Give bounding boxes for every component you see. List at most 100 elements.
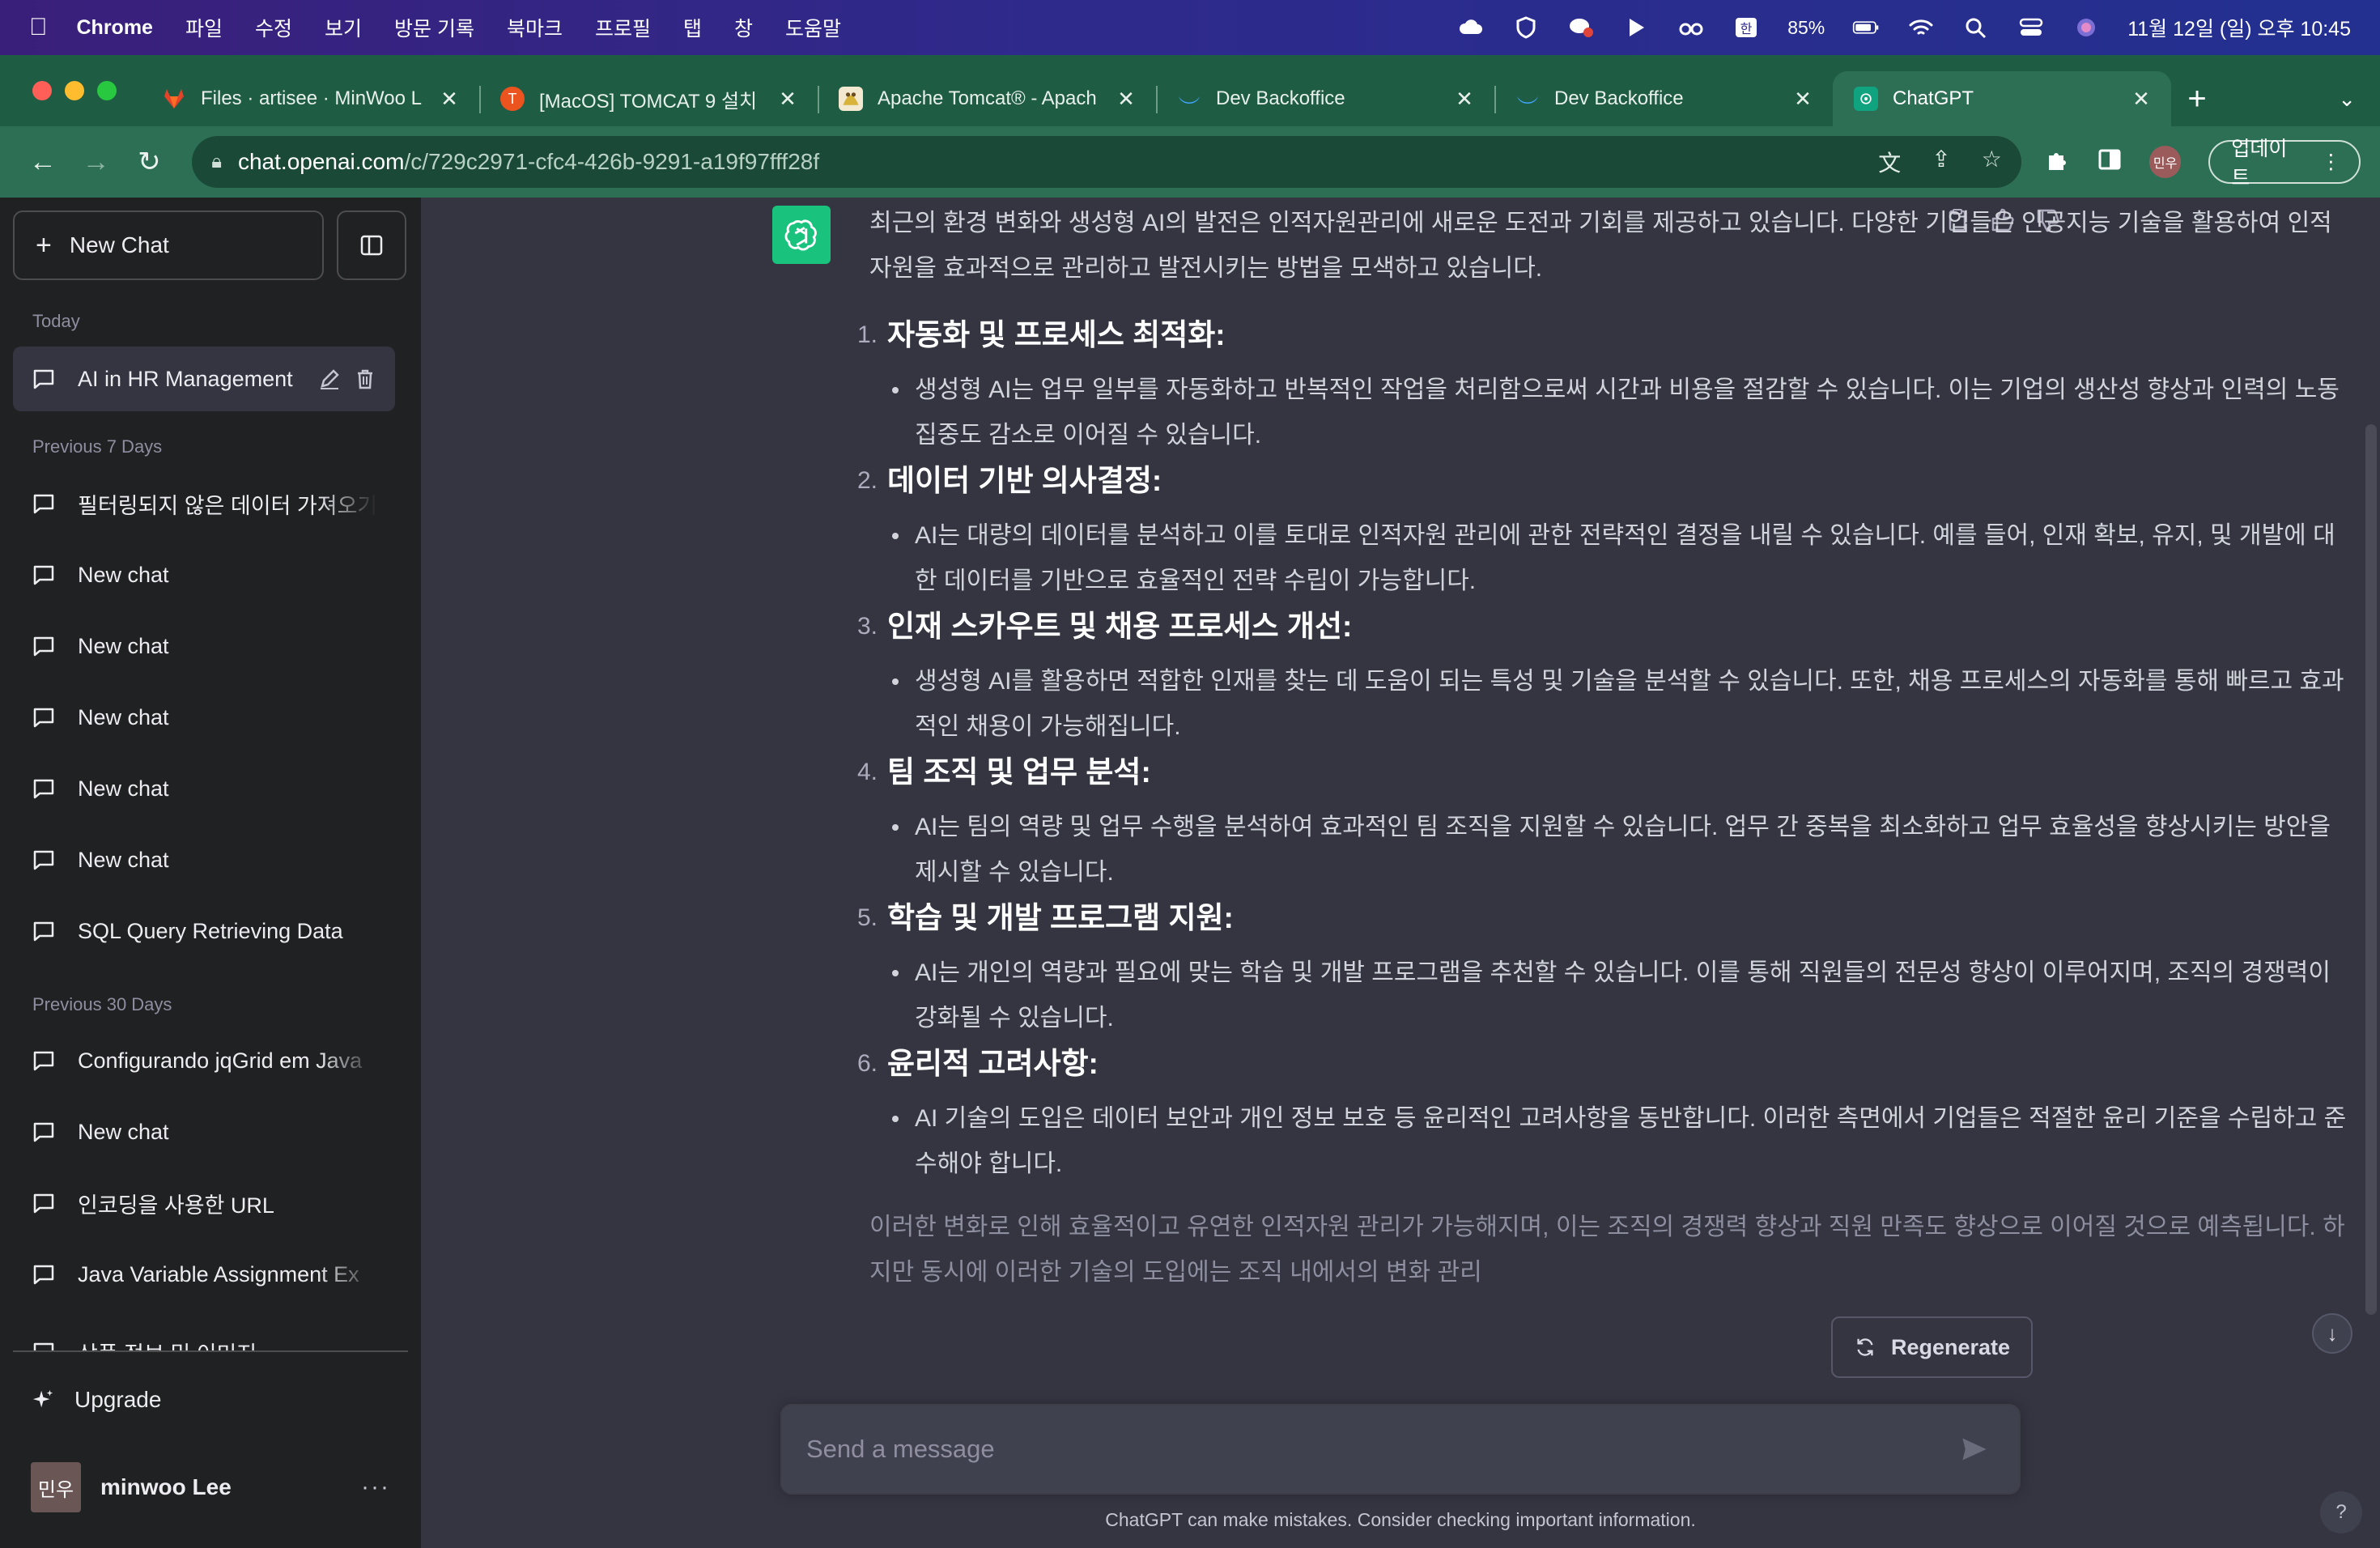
minimize-window-button[interactable] [65, 81, 84, 100]
menu-view[interactable]: 보기 [325, 13, 362, 42]
new-tab-button[interactable]: + [2171, 71, 2223, 126]
menu-edit[interactable]: 수정 [255, 13, 292, 42]
send-button[interactable] [1954, 1429, 1995, 1469]
lock-icon[interactable]: 🔒︎ [211, 151, 222, 173]
tab-chatgpt[interactable]: ChatGPT ✕ [1833, 71, 2171, 126]
list-heading: 데이터 기반 의사결정: [887, 464, 1162, 497]
upgrade-button[interactable]: Upgrade [13, 1370, 395, 1430]
menu-tab[interactable]: 탭 [683, 13, 702, 42]
control-center-icon[interactable] [2017, 15, 2045, 40]
new-chat-button[interactable]: + New Chat [13, 211, 324, 280]
sidebar-item-chat[interactable]: New chat [13, 542, 395, 607]
back-button[interactable]: ← [19, 138, 66, 185]
sidebar-item-chat[interactable]: 상품 정보 및 이미지 [13, 1312, 395, 1350]
translate-icon[interactable]: 文 [1878, 146, 1901, 178]
bookmark-star-icon[interactable]: ☆ [1982, 146, 2002, 178]
siri-icon[interactable] [2072, 15, 2100, 40]
item-actions [317, 367, 377, 391]
scroll-to-bottom-button[interactable]: ↓ [2312, 1313, 2352, 1354]
menu-help[interactable]: 도움말 [785, 13, 841, 42]
update-button[interactable]: 업데이트 ⋮ [2208, 138, 2361, 189]
menu-history[interactable]: 방문 기록 [394, 13, 474, 42]
tab-title: ChatGPT [1893, 87, 1974, 109]
trash-icon[interactable] [353, 367, 377, 391]
user-account-button[interactable]: 민우 minwoo Lee ··· [13, 1452, 408, 1522]
profile-avatar[interactable]: 민우 [2148, 146, 2182, 178]
sidebar-item-ai-in-hr[interactable]: AI in HR Management [13, 347, 395, 411]
close-tab-icon[interactable]: ✕ [1452, 87, 1477, 112]
close-tab-icon[interactable]: ✕ [1114, 87, 1138, 112]
share-icon[interactable]: ⇪ [1932, 146, 1950, 178]
glasses-icon[interactable] [1677, 15, 1705, 40]
extensions-puzzle-icon[interactable] [2046, 147, 2070, 177]
korean-input-icon[interactable]: 한 [1732, 15, 1760, 40]
upgrade-label: Upgrade [74, 1387, 162, 1412]
chat-bubble-icon [33, 1122, 54, 1142]
menu-file[interactable]: 파일 [185, 13, 223, 42]
sidebar-item-label: New chat [78, 1119, 169, 1144]
sidebar-item-chat[interactable]: New chat [13, 827, 395, 892]
chat-bubble-icon [33, 708, 54, 728]
sidebar-item-chat[interactable]: New chat [13, 756, 395, 821]
message-input[interactable] [806, 1435, 1954, 1464]
tab-apache-tomcat[interactable]: Apache Tomcat® - Apach ✕ [818, 71, 1156, 126]
sidebar-item-chat[interactable]: New chat [13, 614, 395, 678]
sidebar-item-chat[interactable]: 인코딩을 사용한 URL [13, 1171, 395, 1235]
menubar-datetime[interactable]: 11월 12일 (일) 오후 10:45 [2127, 13, 2351, 42]
battery-icon[interactable] [1852, 15, 1880, 40]
sidebar-item-chat[interactable]: 필터링되지 않은 데이터 가져오기 [13, 471, 395, 536]
menubar-app-name[interactable]: Chrome [77, 16, 153, 40]
maximize-window-button[interactable] [97, 81, 117, 100]
tab-dev-backoffice-1[interactable]: Dev Backoffice ✕ [1156, 71, 1494, 126]
menu-bookmarks[interactable]: 북마크 [507, 13, 563, 42]
menu-profiles[interactable]: 프로필 [595, 13, 651, 42]
sidebar-item-chat[interactable]: New chat [13, 1099, 395, 1164]
close-tab-icon[interactable]: ✕ [2129, 87, 2153, 112]
apple-icon[interactable]:  [29, 14, 48, 41]
chat-bubble-icon [33, 494, 54, 514]
more-options-icon[interactable]: ··· [361, 1474, 390, 1501]
close-tab-icon[interactable]: ✕ [437, 87, 461, 112]
chat-scrollbar[interactable] [2365, 424, 2377, 1315]
chat-main: 최근의 환경 변화와 생성형 AI의 발전은 인적자원관리에 새로운 도전과 기… [421, 198, 2380, 1548]
close-window-button[interactable] [32, 81, 52, 100]
sidebar-item-label: 인코딩을 사용한 URL [78, 1193, 274, 1218]
sidebar-item-chat[interactable]: SQL Query Retrieving Data [13, 899, 395, 963]
regenerate-button[interactable]: Regenerate [1831, 1316, 2034, 1378]
close-tab-icon[interactable]: ✕ [1791, 87, 1815, 112]
tab-dev-backoffice-2[interactable]: Dev Backoffice ✕ [1494, 71, 1833, 126]
svg-text:한: 한 [1740, 21, 1753, 36]
side-panel-icon[interactable] [2097, 147, 2122, 177]
sidebar-item-chat[interactable]: New chat [13, 685, 395, 750]
tab-title: Dev Backoffice [1216, 87, 1345, 109]
arrow-down-icon: ↓ [2327, 1320, 2338, 1346]
chat-bubble-icon [33, 1265, 54, 1285]
sidebar-item-label: New chat [78, 704, 169, 729]
openai-logo-icon [784, 219, 817, 251]
edit-pencil-icon[interactable] [317, 367, 342, 391]
tab-title: Dev Backoffice [1554, 87, 1684, 109]
message-composer[interactable] [780, 1404, 2021, 1495]
reload-button[interactable]: ↻ [125, 138, 172, 185]
play-icon[interactable] [1622, 15, 1650, 40]
tab-search-chevron-icon[interactable]: ⌄ [2338, 71, 2356, 126]
tab-gitlab-files[interactable]: Files · artisee · MinWoo L ✕ [141, 71, 479, 126]
chat-bubble-icon [33, 1342, 54, 1350]
sidebar-toggle-button[interactable] [337, 211, 406, 280]
list-number: 4. [856, 759, 878, 785]
message-alert-icon[interactable] [1567, 15, 1595, 40]
sidebar-item-chat[interactable]: Configurando jqGrid em Java [13, 1028, 395, 1093]
cloud-sync-icon[interactable] [1457, 15, 1485, 40]
shield-icon[interactable] [1512, 15, 1540, 40]
address-bar[interactable]: 🔒︎ chat.openai.com/c/729c2971-cfc4-426b-… [192, 136, 2021, 188]
macos-menubar:  Chrome 파일 수정 보기 방문 기록 북마크 프로필 탭 창 도움말 … [0, 0, 2380, 55]
wifi-icon[interactable] [1907, 15, 1935, 40]
sidebar-item-chat[interactable]: Java Variable Assignment Ex [13, 1242, 395, 1307]
search-icon[interactable] [1962, 15, 1990, 40]
help-button[interactable]: ? [2320, 1491, 2362, 1533]
close-tab-icon[interactable]: ✕ [776, 87, 800, 112]
tab-title: [MacOS] TOMCAT 9 설치 [539, 90, 758, 113]
menu-window[interactable]: 창 [734, 13, 753, 42]
tab-tomcat-install[interactable]: T [MacOS] TOMCAT 9 설치 ✕ [479, 71, 818, 126]
forward-button[interactable]: → [73, 138, 120, 185]
